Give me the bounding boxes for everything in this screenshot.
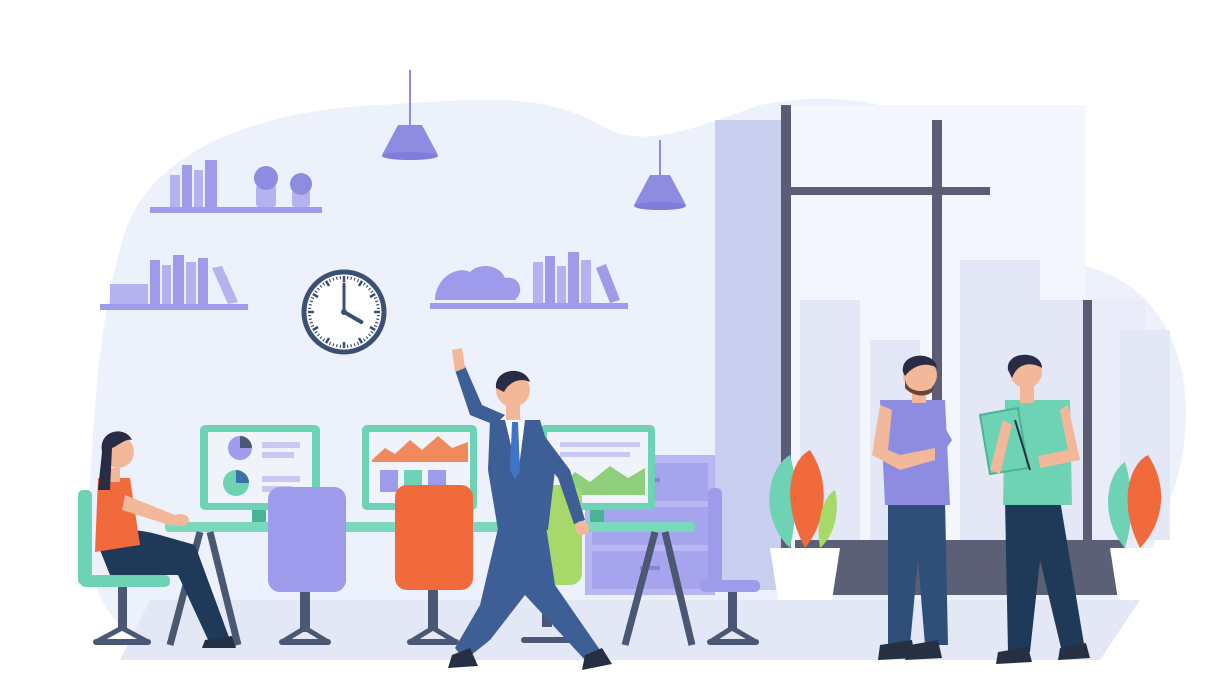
clock-tick [308,318,312,321]
clock-tick [308,303,312,306]
clock-tick [350,344,353,348]
clock-tick [350,276,353,280]
clock-tick [335,276,338,280]
clock-tick [335,344,338,348]
clock-tick [376,318,380,321]
clock-tick [376,303,380,306]
wall-clock [301,269,387,355]
office-illustration [0,0,1225,689]
